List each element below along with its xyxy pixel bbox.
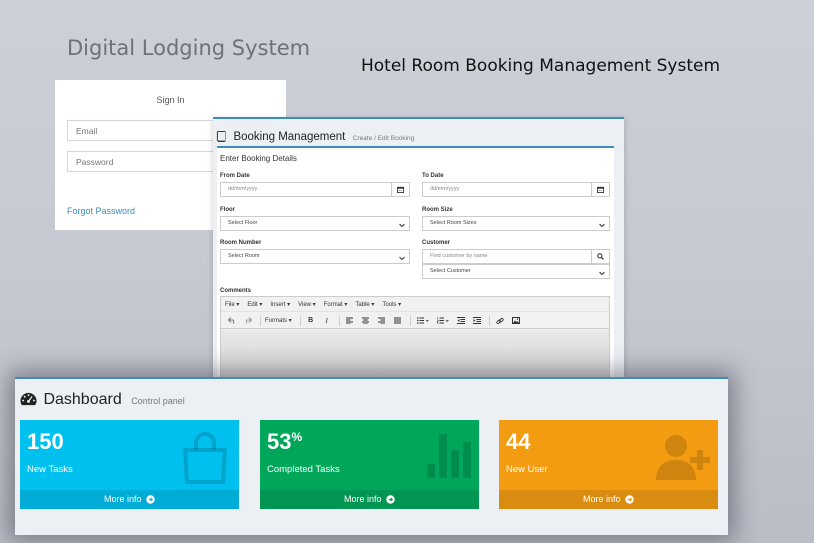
room-number-select[interactable]: Select Room [220,249,410,264]
menu-insert[interactable]: Insert ▾ [270,301,290,308]
tile-value: 44 [506,429,531,454]
completed-tasks-tile: 53% Completed Tasks More info [260,420,479,509]
numbered-list-icon[interactable] [435,315,451,327]
floor-select-value: Select Floor [228,220,258,226]
booking-header: Booking Management Create / Edit Booking [216,127,414,147]
tile-value: 150 [27,429,64,454]
comments-editor: File ▾ Edit ▾ Insert ▾ View ▾ Format ▾ T… [220,296,610,389]
toolbar-divider [299,315,301,326]
align-left-icon[interactable] [344,315,356,327]
from-date-label: From Date [220,173,250,179]
floor-select[interactable]: Select Floor [220,216,410,231]
menu-edit[interactable]: Edit ▾ [247,301,262,308]
link-icon[interactable] [494,315,506,327]
align-right-icon[interactable] [376,315,388,327]
from-date-input[interactable]: dd/mm/yyyy [220,182,410,197]
more-info-link[interactable]: More info [499,490,718,509]
calendar-icon[interactable] [591,183,609,196]
dashboard-title: Dashboard [43,391,122,408]
floor-label: Floor [220,207,235,213]
toolbar-divider [338,315,340,326]
editor-toolbar: Formats ▾ B I [221,313,609,329]
toolbar-divider [488,315,490,326]
comments-label: Comments [220,288,252,294]
chevron-down-icon [599,269,605,282]
booking-box-title: Enter Booking Details [220,154,297,163]
room-size-select[interactable]: Select Room Sizes [422,216,610,231]
dashboard-header: Dashboard Control panel [20,391,185,409]
menu-view[interactable]: View ▾ [298,301,316,308]
chevron-down-icon [399,254,405,267]
booking-subtitle: Create / Edit Booking [352,135,415,142]
italic-icon[interactable]: I [321,315,333,327]
editor-menubar: File ▾ Edit ▾ Insert ▾ View ▾ Format ▾ T… [221,297,609,312]
booking-title: Booking Management [233,131,346,143]
image-icon[interactable] [510,315,522,327]
more-info-link[interactable]: More info [20,490,239,509]
hero-title: Hotel Room Booking Management System [361,56,721,76]
dashboard-panel: Dashboard Control panel 150 New Tasks Mo… [15,377,728,535]
chevron-down-icon [599,221,605,234]
arrow-circle-right-icon [625,495,634,504]
customer-label: Customer [422,240,451,246]
book-icon [216,129,227,147]
from-date-placeholder: dd/mm/yyyy [228,186,258,192]
customer-select[interactable]: Select Customer [422,264,610,279]
menu-table[interactable]: Table ▾ [355,301,374,308]
menu-tools[interactable]: Tools ▾ [382,301,401,308]
more-info-link[interactable]: More info [260,490,479,509]
outdent-icon[interactable] [455,315,467,327]
customer-select-value: Select Customer [430,268,471,274]
new-tasks-tile: 150 New Tasks More info [20,420,239,509]
forgot-password-link[interactable]: Forgot Password [67,206,135,216]
room-size-select-value: Select Room Sizes [430,220,477,226]
booking-form-box: Enter Booking Details From Date dd/mm/yy… [217,146,614,389]
to-date-placeholder: dd/mm/yyyy [430,186,460,192]
tile-label: Completed Tasks [267,464,340,475]
toolbar-divider [260,315,261,326]
toolbar-divider [409,315,411,326]
booking-management-panel: Booking Management Create / Edit Booking… [213,117,624,389]
tile-label: New Tasks [27,464,73,475]
calendar-icon[interactable] [391,183,409,196]
menu-file[interactable]: File ▾ [225,301,239,308]
shopping-bag-icon [181,430,229,491]
menu-format[interactable]: Format ▾ [324,301,348,308]
search-icon[interactable] [591,250,609,263]
dashboard-subtitle: Control panel [131,396,185,406]
chevron-down-icon [399,221,405,234]
formats-dropdown[interactable]: Formats ▾ [265,317,292,324]
indent-icon[interactable] [471,315,483,327]
user-plus-icon [656,432,712,487]
bullet-list-icon[interactable] [415,315,431,327]
undo-icon[interactable] [226,315,238,327]
room-size-label: Room Size [422,207,453,213]
align-justify-icon[interactable] [392,315,404,327]
new-user-tile: 44 New User More info [499,420,718,509]
dashboard-icon [20,392,37,406]
bold-icon[interactable]: B [305,315,317,327]
room-number-select-value: Select Room [228,253,260,259]
signin-heading: Sign In [156,95,185,105]
to-date-input[interactable]: dd/mm/yyyy [422,182,610,197]
arrow-circle-right-icon [386,495,395,504]
tile-value: 53% [267,429,303,454]
redo-icon[interactable] [242,315,254,327]
customer-search-placeholder: Find customer by name [430,253,488,259]
tile-label: New User [506,464,548,475]
bar-chart-icon [427,434,473,483]
brand-title: Digital Lodging System [67,36,311,60]
customer-search-input[interactable]: Find customer by name [422,249,610,264]
to-date-label: To Date [422,173,444,179]
room-number-label: Room Number [220,240,262,246]
arrow-circle-right-icon [146,495,155,504]
align-center-icon[interactable] [360,315,372,327]
